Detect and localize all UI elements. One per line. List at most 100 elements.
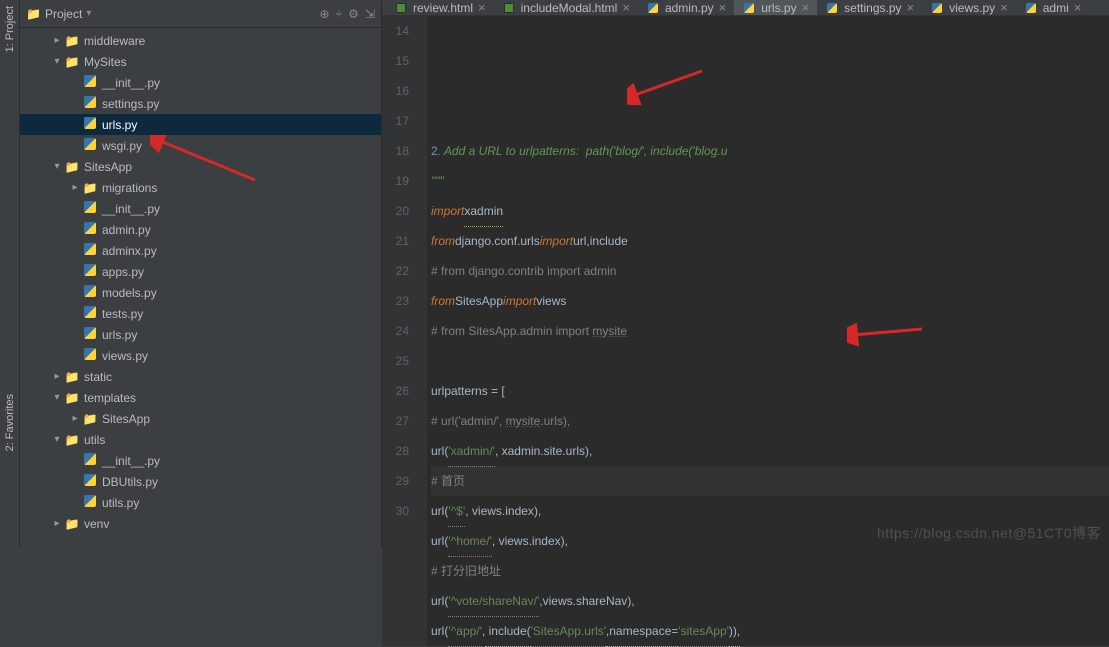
scroll-from-source-icon[interactable]: ⊕ bbox=[320, 7, 330, 21]
tree-row[interactable]: tests.py bbox=[20, 303, 381, 324]
python-file-icon bbox=[82, 96, 98, 111]
editor-tab[interactable]: includeModal.html× bbox=[494, 0, 638, 15]
close-icon[interactable]: × bbox=[622, 0, 630, 15]
editor-tab-label: views.py bbox=[949, 1, 995, 15]
tree-row[interactable]: wsgi.py bbox=[20, 135, 381, 156]
tree-arrow-icon[interactable]: ▾ bbox=[50, 392, 64, 403]
tree-row[interactable]: ▸📁venv bbox=[20, 513, 381, 534]
python-file-icon bbox=[82, 222, 98, 237]
tree-row[interactable]: models.py bbox=[20, 282, 381, 303]
tree-arrow-icon[interactable]: ▸ bbox=[68, 182, 82, 193]
gear-icon[interactable]: ⚙ bbox=[348, 7, 359, 21]
tree-item-label: __init__.py bbox=[102, 454, 160, 468]
code-line[interactable]: url('^vote/shareNav/',views.shareNav), bbox=[431, 586, 1109, 616]
tree-row[interactable]: ▾📁SitesApp bbox=[20, 156, 381, 177]
side-tab-favorites[interactable]: 2: Favorites bbox=[2, 388, 18, 457]
python-file-icon bbox=[82, 201, 98, 216]
python-file-icon bbox=[82, 285, 98, 300]
tree-row[interactable]: __init__.py bbox=[20, 198, 381, 219]
code-line[interactable]: from SitesApp import views bbox=[431, 286, 1109, 316]
code-line[interactable]: # from django.contrib import admin bbox=[431, 256, 1109, 286]
line-number: 24 bbox=[382, 316, 409, 346]
code-line[interactable]: from django.conf.urls import url,include bbox=[431, 226, 1109, 256]
editor-tab[interactable]: settings.py× bbox=[817, 0, 922, 15]
code-line[interactable]: # 打分旧地址 bbox=[431, 556, 1109, 586]
code-line[interactable]: # 首页 bbox=[431, 466, 1109, 496]
project-sidebar-header: 📁 Project ▾ ⊕ ÷ ⚙ ⇲ bbox=[20, 0, 381, 28]
side-tab-project[interactable]: 1: Project bbox=[2, 0, 18, 58]
python-file-icon bbox=[82, 327, 98, 342]
tree-row[interactable]: urls.py bbox=[20, 324, 381, 345]
code-line[interactable]: urlpatterns = [ bbox=[431, 376, 1109, 406]
tree-item-label: templates bbox=[84, 391, 136, 405]
tree-row[interactable]: urls.py bbox=[20, 114, 381, 135]
line-number: 14 bbox=[382, 16, 409, 46]
tree-row[interactable]: __init__.py bbox=[20, 450, 381, 471]
tree-row[interactable]: ▸📁migrations bbox=[20, 177, 381, 198]
tree-arrow-icon[interactable]: ▸ bbox=[50, 371, 64, 382]
line-number: 28 bbox=[382, 436, 409, 466]
code-line[interactable]: url('xadmin/', xadmin.site.urls), bbox=[431, 436, 1109, 466]
tree-row[interactable]: ▾📁MySites bbox=[20, 51, 381, 72]
tree-row[interactable]: views.py bbox=[20, 345, 381, 366]
code-line[interactable] bbox=[431, 346, 1109, 376]
folder-icon: 📁 bbox=[64, 160, 80, 174]
tree-row[interactable]: ▸📁SitesApp bbox=[20, 408, 381, 429]
project-tree[interactable]: ▸📁middleware▾📁MySites __init__.py settin… bbox=[20, 28, 381, 547]
python-file-icon bbox=[82, 117, 98, 132]
tree-row[interactable]: DBUtils.py bbox=[20, 471, 381, 492]
tree-row[interactable]: __init__.py bbox=[20, 72, 381, 93]
editor-tab[interactable]: review.html× bbox=[386, 0, 494, 15]
tree-item-label: venv bbox=[84, 517, 109, 531]
tree-arrow-icon[interactable]: ▾ bbox=[50, 56, 64, 67]
line-number: 20 bbox=[382, 196, 409, 226]
tree-item-label: __init__.py bbox=[102, 76, 160, 90]
editor-tab[interactable]: admin.py× bbox=[638, 0, 734, 15]
code-line[interactable]: url('^$', views.index), bbox=[431, 496, 1109, 526]
close-icon[interactable]: × bbox=[1074, 0, 1082, 15]
html-file-icon bbox=[502, 1, 516, 15]
close-icon[interactable]: × bbox=[719, 0, 727, 15]
code-line[interactable]: url('^app/', include('SitesApp.urls',nam… bbox=[431, 616, 1109, 646]
hide-icon[interactable]: ⇲ bbox=[365, 7, 375, 21]
close-icon[interactable]: × bbox=[802, 0, 810, 15]
project-title-label: Project bbox=[45, 7, 82, 21]
tree-arrow-icon[interactable]: ▾ bbox=[50, 161, 64, 172]
editor-tab[interactable]: urls.py× bbox=[734, 0, 817, 15]
collapse-all-icon[interactable]: ÷ bbox=[336, 7, 343, 21]
editor-tab[interactable]: views.py × bbox=[922, 0, 1016, 15]
tree-arrow-icon[interactable]: ▾ bbox=[50, 434, 64, 445]
tree-item-label: migrations bbox=[102, 181, 157, 195]
close-icon[interactable]: × bbox=[907, 0, 915, 15]
close-icon[interactable]: × bbox=[1000, 0, 1008, 15]
tree-row[interactable]: admin.py bbox=[20, 219, 381, 240]
line-number: 16 bbox=[382, 76, 409, 106]
python-file-icon bbox=[82, 306, 98, 321]
code-line[interactable]: import xadmin bbox=[431, 196, 1109, 226]
tree-row[interactable]: ▸📁middleware bbox=[20, 30, 381, 51]
tree-row[interactable]: apps.py bbox=[20, 261, 381, 282]
tree-row[interactable]: ▸📁static bbox=[20, 366, 381, 387]
tree-row[interactable]: settings.py bbox=[20, 93, 381, 114]
tree-arrow-icon[interactable]: ▸ bbox=[68, 413, 82, 424]
tree-arrow-icon[interactable]: ▸ bbox=[50, 35, 64, 46]
tree-item-label: settings.py bbox=[102, 97, 159, 111]
code-line[interactable]: 2. Add a URL to urlpatterns: path('blog/… bbox=[431, 136, 1109, 166]
left-tool-strip: 1: Project 2: Favorites bbox=[0, 0, 20, 547]
tree-arrow-icon[interactable]: ▸ bbox=[50, 518, 64, 529]
code-line[interactable]: """ bbox=[431, 166, 1109, 196]
tree-row[interactable]: adminx.py bbox=[20, 240, 381, 261]
dropdown-arrow-icon[interactable]: ▾ bbox=[86, 8, 91, 19]
python-file-icon bbox=[82, 75, 98, 90]
code-line[interactable]: # from SitesApp.admin import mysite bbox=[431, 316, 1109, 346]
python-file-icon bbox=[82, 138, 98, 153]
tree-item-label: DBUtils.py bbox=[102, 475, 158, 489]
template-folder-icon: 📁 bbox=[64, 391, 80, 405]
code-line[interactable]: # url('admin/', mysite.urls), bbox=[431, 406, 1109, 436]
close-icon[interactable]: × bbox=[478, 0, 486, 15]
code-editor[interactable]: 2. Add a URL to urlpatterns: path('blog/… bbox=[427, 16, 1109, 646]
tree-row[interactable]: ▾📁 templates bbox=[20, 387, 381, 408]
tree-row[interactable]: utils.py bbox=[20, 492, 381, 513]
tree-row[interactable]: ▾📁utils bbox=[20, 429, 381, 450]
editor-tab[interactable]: admi× bbox=[1016, 0, 1090, 15]
